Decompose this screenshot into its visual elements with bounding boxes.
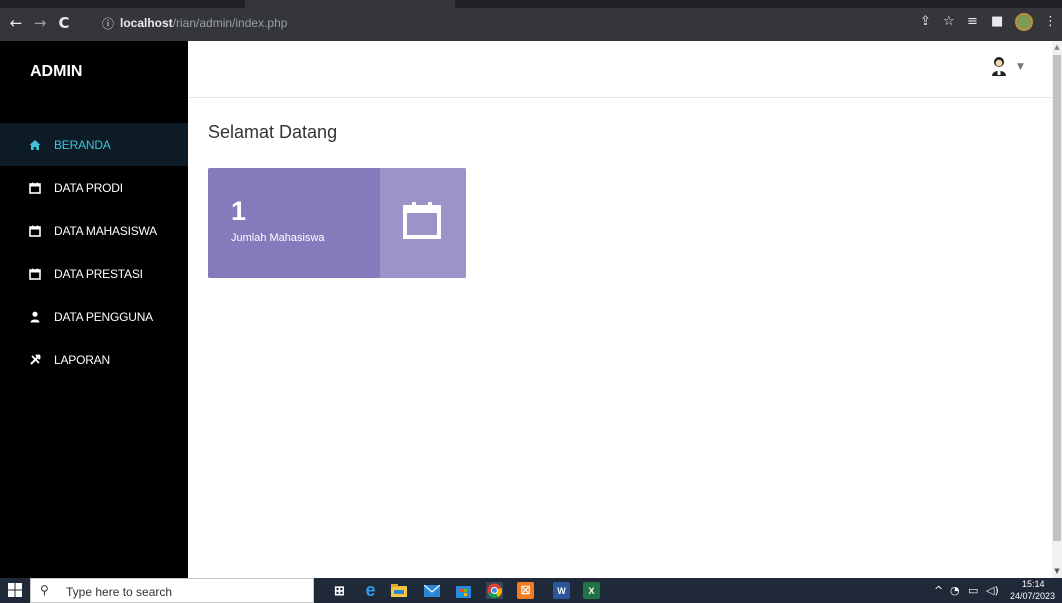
- scroll-down-arrow-icon[interactable]: ▼: [1052, 567, 1062, 575]
- scrollbar-thumb[interactable]: [1053, 55, 1061, 541]
- windows-taskbar: ⚲ Type here to search ⊞ e ☒ W X ^ ◔ ▭ ◁)…: [0, 578, 1062, 603]
- chevron-down-icon[interactable]: ▼: [1017, 62, 1024, 72]
- browser-toolbar: ← → C ⓘ localhost/rian/admin/index.php ⇪…: [0, 0, 1062, 41]
- windows-start-icon[interactable]: [8, 583, 22, 597]
- network-icon[interactable]: ◔: [950, 584, 960, 597]
- xampp-icon[interactable]: ☒: [517, 582, 534, 599]
- sidebar-item-label: DATA MAHASISWA: [54, 223, 157, 238]
- user-avatar-icon[interactable]: [990, 56, 1008, 78]
- reload-icon[interactable]: C: [56, 15, 72, 31]
- card-label: Jumlah Mahasiswa: [231, 232, 325, 244]
- top-header: ▼: [188, 41, 1052, 98]
- back-arrow-icon[interactable]: ←: [8, 15, 24, 31]
- sidebar-item-data-pengguna[interactable]: DATA PENGGUNA: [0, 295, 188, 338]
- forward-arrow-icon[interactable]: →: [32, 15, 48, 31]
- sidebar-item-laporan[interactable]: LAPORAN: [0, 338, 188, 381]
- card-count: 1: [231, 196, 247, 226]
- bookmark-star-icon[interactable]: ☆: [943, 14, 955, 30]
- scroll-up-arrow-icon[interactable]: ▲: [1052, 43, 1062, 51]
- scrollbar[interactable]: ▲ ▼: [1052, 41, 1062, 578]
- card-icon-panel: [380, 168, 466, 278]
- calendar-icon: [28, 224, 42, 238]
- sidebar-menu: BERANDA DATA PRODI DATA MAHASISWA DATA P…: [0, 123, 188, 381]
- calendar-icon: [402, 200, 442, 240]
- sidebar-item-label: BERANDA: [54, 137, 111, 152]
- brand-title: ADMIN: [30, 63, 83, 80]
- excel-icon[interactable]: X: [583, 582, 600, 599]
- task-view-icon[interactable]: ⊞: [331, 582, 348, 599]
- sidebar: ADMIN BERANDA DATA PRODI DATA MAHASISWA …: [0, 41, 188, 578]
- taskbar-search-input[interactable]: ⚲ Type here to search: [30, 578, 314, 603]
- profile-avatar[interactable]: [1015, 13, 1033, 31]
- share-icon[interactable]: ⇪: [920, 14, 931, 30]
- clock-time[interactable]: 15:14: [1022, 579, 1045, 589]
- user-icon: [28, 310, 42, 324]
- search-icon: ⚲: [40, 583, 49, 597]
- tray-chevron-up-icon[interactable]: ^: [934, 584, 943, 597]
- clock-date[interactable]: 24/07/2023: [1010, 591, 1055, 601]
- file-explorer-icon[interactable]: [390, 582, 407, 599]
- word-icon[interactable]: W: [553, 582, 570, 599]
- calendar-icon: [28, 181, 42, 195]
- home-icon: [28, 138, 42, 152]
- sidebar-item-label: DATA PENGGUNA: [54, 309, 153, 324]
- sidebar-item-label: DATA PRODI: [54, 180, 123, 195]
- side-panel-icon[interactable]: ■: [991, 14, 1003, 30]
- sidebar-item-data-prestasi[interactable]: DATA PRESTASI: [0, 252, 188, 295]
- info-icon[interactable]: ⓘ: [102, 15, 114, 32]
- store-icon[interactable]: [455, 582, 472, 599]
- sidebar-item-data-mahasiswa[interactable]: DATA MAHASISWA: [0, 209, 188, 252]
- url-text[interactable]: localhost/rian/admin/index.php: [120, 16, 287, 30]
- sidebar-item-data-prodi[interactable]: DATA PRODI: [0, 166, 188, 209]
- tools-icon: [28, 353, 42, 367]
- sidebar-item-label: LAPORAN: [54, 352, 110, 367]
- sidebar-item-beranda[interactable]: BERANDA: [0, 123, 188, 166]
- active-tab[interactable]: [245, 0, 455, 8]
- sidebar-item-label: DATA PRESTASI: [54, 266, 143, 281]
- jumlah-mahasiswa-card[interactable]: 1 Jumlah Mahasiswa: [208, 168, 466, 278]
- chrome-icon[interactable]: [486, 582, 503, 599]
- address-bar[interactable]: ⓘ localhost/rian/admin/index.php: [96, 12, 1036, 34]
- edge-icon[interactable]: e: [362, 580, 379, 600]
- battery-icon[interactable]: ▭: [968, 584, 978, 597]
- card-body: 1 Jumlah Mahasiswa: [208, 168, 380, 278]
- more-menu-icon[interactable]: ⋮: [1044, 14, 1057, 30]
- search-placeholder: Type here to search: [66, 585, 173, 599]
- reading-list-icon[interactable]: ≡: [967, 14, 978, 30]
- volume-icon[interactable]: ◁): [986, 584, 999, 597]
- tab-strip: [0, 0, 1062, 8]
- mail-icon[interactable]: [423, 582, 440, 599]
- page-title: Selamat Datang: [208, 122, 338, 142]
- calendar-icon: [28, 267, 42, 281]
